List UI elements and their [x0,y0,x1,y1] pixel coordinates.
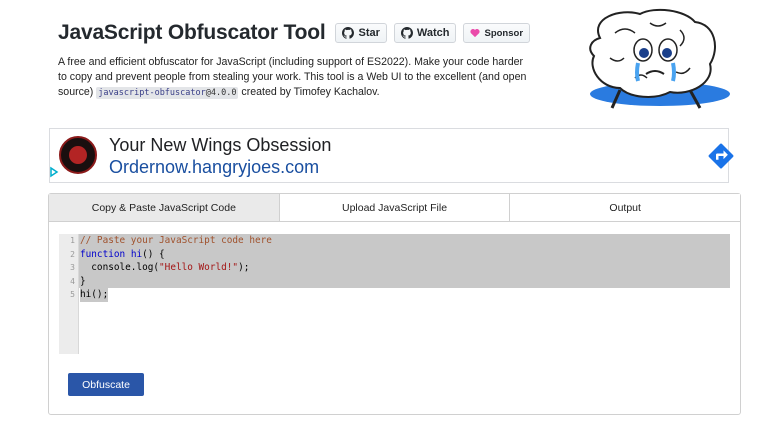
page-title: JavaScript Obfuscator Tool [58,21,326,44]
advertiser-logo [59,136,97,174]
code-token: console.log( [80,262,160,274]
github-sponsor-button[interactable]: Sponsor [463,23,531,43]
code-token: function [80,248,126,260]
input-tabs: Copy & Paste JavaScript Code Upload Java… [49,194,741,222]
code-line[interactable]: } [79,274,730,289]
code-token: } [80,275,86,287]
ad-url[interactable]: Ordernow.hangryjoes.com [109,157,319,178]
package-name: javascript-obfuscator [98,88,206,98]
obfuscator-panel: Copy & Paste JavaScript Code Upload Java… [48,193,741,415]
adchoices-icon[interactable] [49,165,59,179]
ad-headline[interactable]: Your New Wings Obsession [109,135,331,156]
github-icon [400,27,413,39]
line-number: 4 [70,276,75,286]
github-icon [342,27,355,39]
line-number: 2 [70,249,75,259]
line-number: 1 [70,236,75,245]
author-text: created by Timofey Kachalov. [241,86,380,98]
advertisement-banner[interactable]: Your New Wings Obsession Ordernow.hangry… [49,128,734,183]
tab-upload-file[interactable]: Upload JavaScript File [279,194,511,221]
code-line[interactable]: // Paste your JavaScript code here [79,234,730,248]
page-header: JavaScript Obfuscator Tool Star Watch Sp… [58,20,538,46]
directions-arrow-icon[interactable] [706,141,736,171]
tool-description: A free and efficient obfuscator for Java… [58,55,528,101]
code-line[interactable]: hi(); [79,288,730,302]
sad-brain-mascot-icon [589,8,730,109]
line-number-gutter: 1 2 3 4 5 [59,234,79,354]
code-token: ); [238,262,250,274]
code-lines[interactable]: // Paste your JavaScript code here functi… [79,234,730,302]
code-token: "Hello World!" [159,262,239,274]
obfuscate-button[interactable]: Obfuscate [68,373,144,396]
github-watch-button[interactable]: Watch [393,23,457,43]
github-star-button[interactable]: Star [335,23,387,43]
code-editor[interactable]: 1 2 3 4 5 // Paste your JavaScript code here… [59,234,730,354]
code-token: // Paste your JavaScript code here [80,235,272,246]
watch-label: Watch [416,27,450,39]
sponsor-label: Sponsor [484,27,524,39]
heart-icon [470,28,481,38]
code-line[interactable]: console.log("Hello World!"); [79,261,730,275]
tab-output[interactable]: Output [510,194,741,221]
tab-copy-paste[interactable]: Copy & Paste JavaScript Code [49,194,280,221]
package-link[interactable]: javascript-obfuscator@4.0.0 [96,87,239,99]
code-token: hi [130,248,143,260]
code-line[interactable]: function hi() { [79,247,730,262]
package-version: @4.0.0 [205,88,237,98]
star-label: Star [358,27,380,39]
code-token: () { [142,248,165,260]
line-number: 3 [70,263,75,273]
code-token: hi(); [80,289,109,301]
title-row: JavaScript Obfuscator Tool Star Watch Sp… [58,20,538,46]
line-number: 5 [70,290,75,300]
